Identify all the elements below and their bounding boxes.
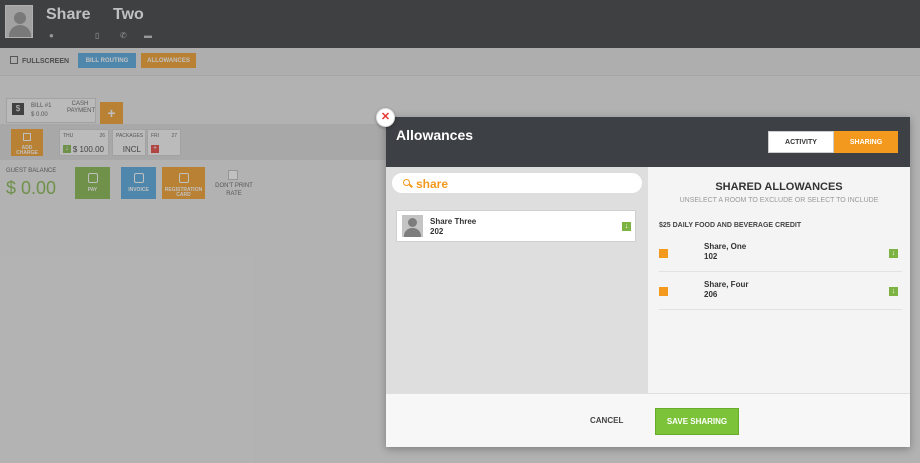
shared-guest-name: Share, One [704,242,747,251]
shared-room-row[interactable]: Share, Four 206 ↓ [659,272,902,310]
modal-footer: CANCEL SAVE SHARING [386,393,910,447]
allowance-name: $25 DAILY FOOD AND BEVERAGE CREDIT [659,222,802,229]
shared-room-number: 206 [704,290,718,299]
include-checkbox[interactable] [659,249,668,258]
shared-room-row[interactable]: Share, One 102 ↓ [659,234,902,272]
shared-allowances-title: SHARED ALLOWANCES [715,181,843,193]
include-checkbox[interactable] [659,287,668,296]
modal-title: Allowances [396,127,474,143]
download-icon[interactable]: ↓ [889,249,898,258]
shared-pane: SHARED ALLOWANCES UNSELECT A ROOM TO EXC… [648,167,910,393]
tab-sharing[interactable]: SHARING [834,131,898,153]
add-to-sharing-icon[interactable]: ↓ [622,222,631,231]
result-guest-name: Share Three [430,217,477,226]
result-room-number: 202 [430,227,444,236]
modal-header: Allowances ACTIVITY SHARING [386,117,910,167]
search-pane: Share Three 202 ↓ [386,167,648,393]
save-sharing-button[interactable]: SAVE SHARING [655,408,739,435]
download-icon[interactable]: ↓ [889,287,898,296]
search-result-item[interactable]: Share Three 202 ↓ [396,210,636,242]
guest-avatar [402,215,423,237]
cancel-button[interactable]: CANCEL [590,416,623,425]
search-box[interactable] [391,172,643,194]
allowances-modal: Allowances ACTIVITY SHARING Share Three … [386,117,910,447]
search-input[interactable] [416,176,636,191]
shared-allowances-subtitle: UNSELECT A ROOM TO EXCLUDE OR SELECT TO … [679,197,879,204]
search-icon [403,179,410,186]
shared-guest-name: Share, Four [704,280,749,289]
shared-room-number: 102 [704,252,718,261]
tab-activity[interactable]: ACTIVITY [768,131,834,153]
close-icon[interactable]: ✕ [376,108,395,127]
